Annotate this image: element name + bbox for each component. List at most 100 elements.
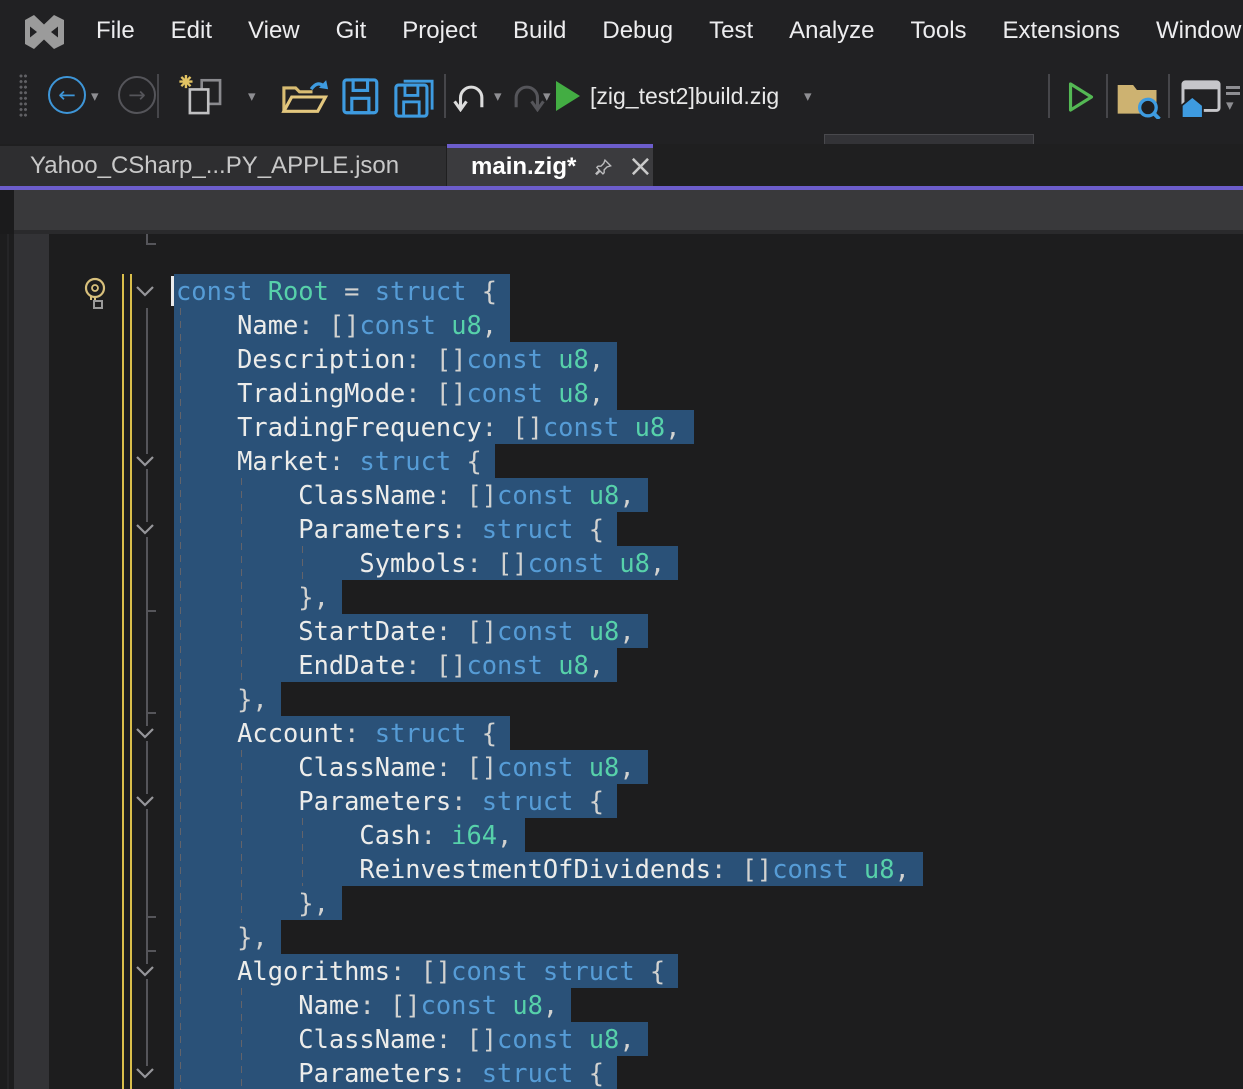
selected-text: ClassName: []const u8, xyxy=(174,1022,648,1056)
text-caret xyxy=(171,276,174,306)
code-line[interactable]: Parameters: struct { xyxy=(176,784,617,818)
title-bar: FileEditViewGitProjectBuildDebugTestAnal… xyxy=(0,0,1243,62)
menu-build[interactable]: Build xyxy=(495,17,584,45)
menu-view[interactable]: View xyxy=(230,17,318,45)
menu-tools[interactable]: Tools xyxy=(893,17,985,45)
lightbulb-icon[interactable] xyxy=(82,276,110,309)
indent-guide xyxy=(241,478,242,682)
code-line[interactable]: Parameters: struct { xyxy=(176,512,617,546)
toolbar-overflow-icon[interactable]: ▾ xyxy=(1226,82,1242,112)
search-solution-explorer-icon[interactable] xyxy=(1116,77,1162,119)
menu-analyze[interactable]: Analyze xyxy=(771,17,892,45)
code-line[interactable]: Symbols: []const u8, xyxy=(176,546,678,580)
visual-studio-logo xyxy=(20,12,66,52)
menu-test[interactable]: Test xyxy=(691,17,771,45)
indent-guide xyxy=(180,308,181,1089)
toolbar-grip[interactable] xyxy=(19,74,28,119)
tab-label: Yahoo_CSharp_...PY_APPLE.json xyxy=(0,152,399,180)
fold-region-end xyxy=(146,712,156,714)
navigate-backward-dropdown[interactable]: ▾ xyxy=(91,87,99,105)
selected-text: Account: struct { xyxy=(174,716,510,750)
code-line[interactable]: }, xyxy=(176,580,342,614)
fold-chevron-icon[interactable] xyxy=(133,284,157,299)
redo-icon[interactable] xyxy=(510,80,546,112)
menu-file[interactable]: File xyxy=(78,17,153,45)
selected-text: TradingFrequency: []const u8, xyxy=(174,410,694,444)
editor-margin[interactable] xyxy=(14,234,49,1089)
fold-chevron-icon[interactable] xyxy=(133,454,157,469)
main-toolbar: ← ▾ → ▾ xyxy=(0,62,1243,130)
run-target-dropdown[interactable]: ▾ xyxy=(804,87,812,105)
code-line[interactable]: ReinvestmentOfDividends: []const u8, xyxy=(176,852,923,886)
fold-region-end xyxy=(146,916,156,918)
new-project-dropdown[interactable]: ▾ xyxy=(248,87,256,105)
selected-text: Cash: i64, xyxy=(174,818,525,852)
code-line[interactable]: }, xyxy=(176,682,281,716)
pin-icon[interactable] xyxy=(594,155,614,179)
fold-chevron-icon[interactable] xyxy=(133,1066,157,1081)
code-line[interactable]: Market: struct { xyxy=(176,444,495,478)
code-line[interactable]: StartDate: []const u8, xyxy=(176,614,648,648)
code-line[interactable]: const Root = struct { xyxy=(176,274,510,308)
menu-extensions[interactable]: Extensions xyxy=(985,17,1138,45)
selected-text: Algorithms: []const struct { xyxy=(174,954,678,988)
fold-chevron-icon[interactable] xyxy=(133,964,157,979)
start-debug-icon[interactable] xyxy=(556,81,580,111)
document-tab-bar: Yahoo_CSharp_...PY_APPLE.json main.zig* … xyxy=(0,144,1243,190)
code-line[interactable]: Account: struct { xyxy=(176,716,510,750)
editor-navigation-strip xyxy=(14,190,1243,234)
selected-text: Description: []const u8, xyxy=(174,342,617,376)
menu-bar: FileEditViewGitProjectBuildDebugTestAnal… xyxy=(78,0,1243,62)
code-line[interactable]: Parameters: struct { xyxy=(176,1056,617,1089)
navigate-backward-button[interactable]: ← xyxy=(48,76,86,114)
indent-guide xyxy=(302,546,303,580)
new-project-icon[interactable] xyxy=(178,75,228,117)
code-line[interactable]: Cash: i64, xyxy=(176,818,525,852)
code-line[interactable]: TradingMode: []const u8, xyxy=(176,376,617,410)
open-folder-icon[interactable] xyxy=(280,77,332,117)
undo-icon[interactable] xyxy=(452,80,488,112)
selected-text: ClassName: []const u8, xyxy=(174,750,648,784)
modified-lines-trackbar xyxy=(122,274,132,1089)
undo-dropdown[interactable]: ▾ xyxy=(494,87,502,105)
fold-region-end xyxy=(146,610,156,612)
code-line[interactable]: }, xyxy=(176,886,342,920)
save-all-icon[interactable] xyxy=(392,76,436,120)
code-line[interactable]: ClassName: []const u8, xyxy=(176,478,648,512)
tab-label: main.zig* xyxy=(447,153,576,181)
code-line[interactable]: ClassName: []const u8, xyxy=(176,750,648,784)
code-line[interactable]: Description: []const u8, xyxy=(176,342,617,376)
code-line[interactable]: ClassName: []const u8, xyxy=(176,1022,648,1056)
menu-project[interactable]: Project xyxy=(384,17,495,45)
navigate-forward-button[interactable]: → xyxy=(118,76,156,114)
selected-text: Symbols: []const u8, xyxy=(174,546,678,580)
fold-chevron-icon[interactable] xyxy=(133,794,157,809)
menu-edit[interactable]: Edit xyxy=(153,17,230,45)
fold-chevron-icon[interactable] xyxy=(133,522,157,537)
menu-debug[interactable]: Debug xyxy=(584,17,691,45)
code-line[interactable]: }, xyxy=(176,920,281,954)
tab-yahoo-json[interactable]: Yahoo_CSharp_...PY_APPLE.json xyxy=(0,146,446,186)
code-line[interactable]: TradingFrequency: []const u8, xyxy=(176,410,694,444)
menu-window[interactable]: Window xyxy=(1138,17,1243,45)
code-editor[interactable]: const Root = struct { Name: []const u8, … xyxy=(0,234,1243,1089)
menu-git[interactable]: Git xyxy=(318,17,385,45)
solution-explorer-home-icon[interactable] xyxy=(1178,78,1224,118)
selected-text: const Root = struct { xyxy=(174,274,510,308)
fold-chevron-icon[interactable] xyxy=(133,726,157,741)
toolbar-separator xyxy=(1106,74,1108,118)
start-without-debug-icon[interactable] xyxy=(1064,80,1098,114)
code-line[interactable]: Name: []const u8, xyxy=(176,308,510,342)
code-line[interactable]: Name: []const u8, xyxy=(176,988,571,1022)
code-line[interactable]: Algorithms: []const struct { xyxy=(176,954,678,988)
close-icon[interactable]: × xyxy=(628,157,653,177)
selected-text: Name: []const u8, xyxy=(174,308,510,342)
run-target-label[interactable]: [zig_test2]build.zig xyxy=(590,62,779,130)
selected-text: ClassName: []const u8, xyxy=(174,478,648,512)
code-line[interactable]: EndDate: []const u8, xyxy=(176,648,617,682)
tab-main-zig[interactable]: main.zig* × xyxy=(447,144,653,186)
save-icon[interactable] xyxy=(340,76,382,118)
selected-text: StartDate: []const u8, xyxy=(174,614,648,648)
redo-dropdown[interactable]: ▾ xyxy=(543,87,551,105)
forward-arrow-icon: → xyxy=(128,83,146,107)
